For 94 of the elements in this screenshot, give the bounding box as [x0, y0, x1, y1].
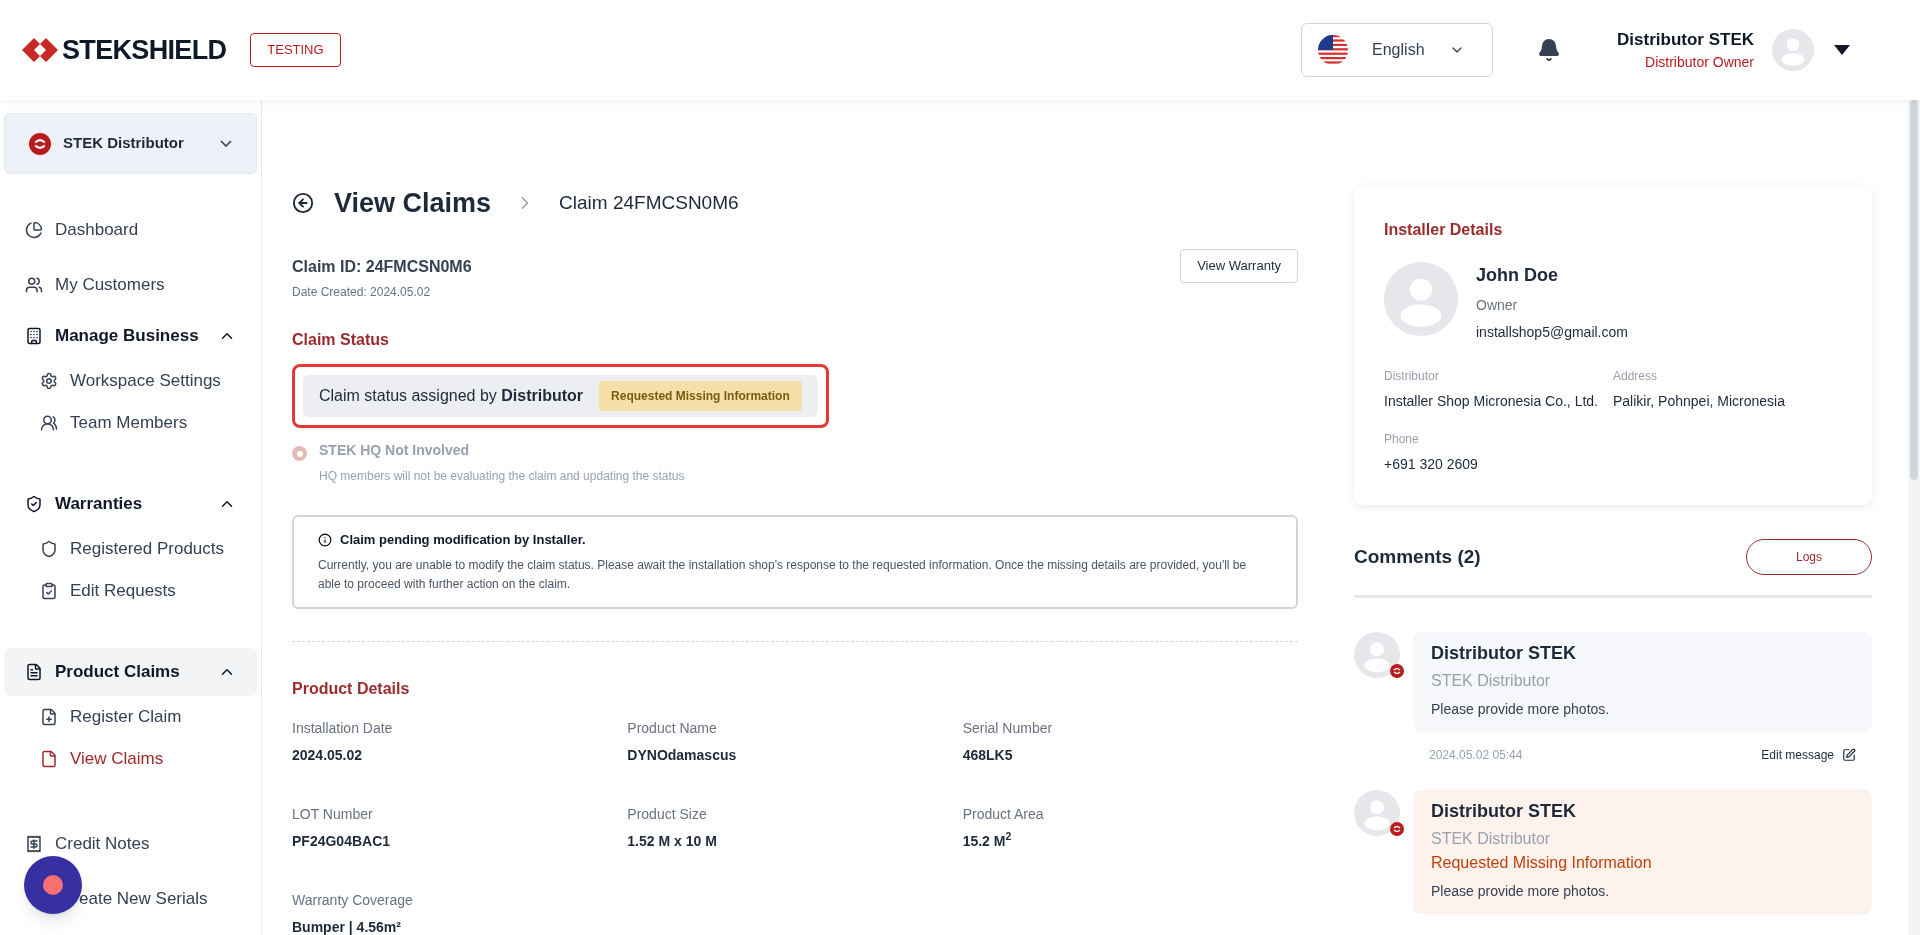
language-selector[interactable]: English	[1301, 23, 1494, 77]
avatar-icon	[1384, 262, 1458, 336]
field-value: 2024.05.02	[292, 745, 364, 765]
field-value: Palikir, Pohnpei, Micronesia	[1613, 392, 1786, 411]
radio-hint: HQ members will not be evaluating the claim and updating the status	[319, 468, 685, 485]
nav-item[interactable]: Edit Requests	[4, 570, 257, 612]
field-label: Product Area	[962, 804, 1045, 824]
comment-time: 2024.05.02 05:44	[1429, 747, 1523, 764]
section-heading: Claim Status	[292, 330, 390, 350]
field-label: Distributor	[1384, 368, 1440, 385]
field-value: Bumper | 4.56m²	[292, 917, 402, 935]
field-value: PF24G04BAC1	[292, 831, 392, 851]
workspace-selector[interactable]: STEK Distributor	[4, 113, 257, 174]
brand-badge-icon	[29, 132, 51, 155]
field-label: Installation Date	[292, 718, 394, 738]
comment-author: Distributor STEK	[1431, 642, 1577, 665]
page-title: View Claims	[334, 186, 492, 220]
scrollbar[interactable]	[1908, 100, 1920, 935]
comment-org: STEK Distributor	[1431, 671, 1552, 691]
edit-message-button[interactable]: Edit message	[1761, 746, 1856, 764]
comment-org: STEK Distributor	[1431, 829, 1552, 849]
user-avatar-icon	[1772, 29, 1814, 71]
comment-author: Distributor STEK	[1431, 800, 1577, 823]
field-label: Warranty Coverage	[292, 890, 414, 910]
field-label: Address	[1613, 368, 1659, 385]
field-label: LOT Number	[292, 804, 374, 824]
field-label: Product Name	[627, 718, 718, 738]
nav-icon	[40, 540, 58, 558]
nav-item[interactable]: My Customers	[4, 257, 257, 312]
environment-badge: TESTING	[250, 33, 341, 67]
nav-icon	[25, 220, 43, 239]
status-badge: Requested Missing Information	[599, 381, 802, 411]
nav-item[interactable]: Credit Notes	[4, 816, 257, 871]
back-icon[interactable]	[292, 192, 314, 214]
field-label: Phone	[1384, 431, 1420, 448]
nav-group[interactable]: Warranties	[4, 480, 257, 528]
nav-icon	[40, 372, 58, 390]
edit-icon	[1842, 748, 1856, 762]
field-value: 1.52 M x 10 M	[627, 831, 718, 851]
installer-role: Owner	[1476, 296, 1519, 315]
info-icon	[318, 532, 332, 547]
chevron-down-icon	[220, 140, 232, 147]
installer-name: John Doe	[1476, 264, 1559, 287]
nav-icon	[40, 750, 58, 768]
notification-bell-icon[interactable]	[1537, 38, 1562, 62]
field-value: Installer Shop Micronesia Co., Ltd.	[1384, 392, 1599, 411]
nav-item[interactable]: eate New Serials	[4, 871, 257, 926]
alert-title: Claim pending modification by Installer.	[340, 531, 586, 549]
alert-message: Currently, you are unable to modify the claim status. Please await the installation shop's response to the requested information. Once the missing details are provided, you'll be able to proceed with further action on the claim.	[318, 556, 1248, 593]
caret-icon[interactable]	[1834, 45, 1850, 55]
nav-item[interactable]: Workspace Settings	[4, 360, 257, 402]
radio-label: STEK HQ Not Involved	[319, 441, 471, 460]
nav-item[interactable]: Register Claim	[4, 696, 257, 738]
comments-heading: Comments (2)	[1354, 544, 1481, 569]
nav-icon	[25, 495, 43, 513]
section-heading: Product Details	[292, 678, 411, 699]
nav-icon	[40, 414, 58, 432]
status-assigned-text: Claim status assigned by Distributor	[319, 386, 584, 406]
view-warranty-button[interactable]: View Warranty	[1180, 249, 1298, 283]
nav-group[interactable]: Product Claims	[4, 648, 257, 696]
nav-group[interactable]: Manage Business	[4, 312, 257, 360]
nav-icon	[40, 708, 58, 726]
nav-item[interactable]: View Claims	[4, 738, 257, 780]
field-label: Serial Number	[962, 718, 1054, 738]
brand-badge-icon	[1390, 822, 1404, 836]
breadcrumb-current: Claim 24FMCSN0M6	[559, 190, 739, 215]
logo-icon	[22, 38, 58, 62]
nav-icon	[25, 663, 43, 681]
comment-status: Requested Missing Information	[1431, 853, 1653, 873]
card-heading: Installer Details	[1384, 220, 1504, 240]
installer-email: installshop5@gmail.com	[1476, 323, 1628, 342]
comment-message: Please provide more photos.	[1431, 700, 1611, 719]
comment-message: Please provide more photos.	[1431, 882, 1611, 901]
nav-icon	[25, 327, 43, 345]
field-label: Product Size	[627, 804, 708, 824]
avatar-icon	[1354, 632, 1400, 678]
field-value: DYNOdamascus	[627, 745, 738, 765]
nav-item[interactable]: Dashboard	[4, 202, 257, 257]
user-role: Distributor Owner	[1645, 53, 1754, 73]
field-value: +691 320 2609	[1384, 455, 1479, 474]
logo-text: STEKSHIELD	[62, 33, 227, 67]
field-value: 468LK5	[962, 745, 1014, 765]
nav-icon	[40, 582, 58, 600]
brand-badge-icon	[1390, 664, 1404, 678]
user-name: Distributor STEK	[1617, 28, 1754, 51]
nav-item[interactable]: Team Members	[4, 402, 257, 444]
field-value: 15.2 M$^{2}$	[962, 830, 1013, 851]
nav-icon	[25, 275, 43, 294]
flag-icon	[1318, 35, 1349, 65]
nav-item[interactable]: Registered Products	[4, 528, 257, 570]
claim-id: Claim ID: 24FMCSN0M6	[292, 257, 472, 277]
date-created: Date Created: 2024.05.02	[292, 284, 432, 301]
avatar-icon	[1354, 790, 1400, 836]
nav-icon	[25, 834, 43, 853]
